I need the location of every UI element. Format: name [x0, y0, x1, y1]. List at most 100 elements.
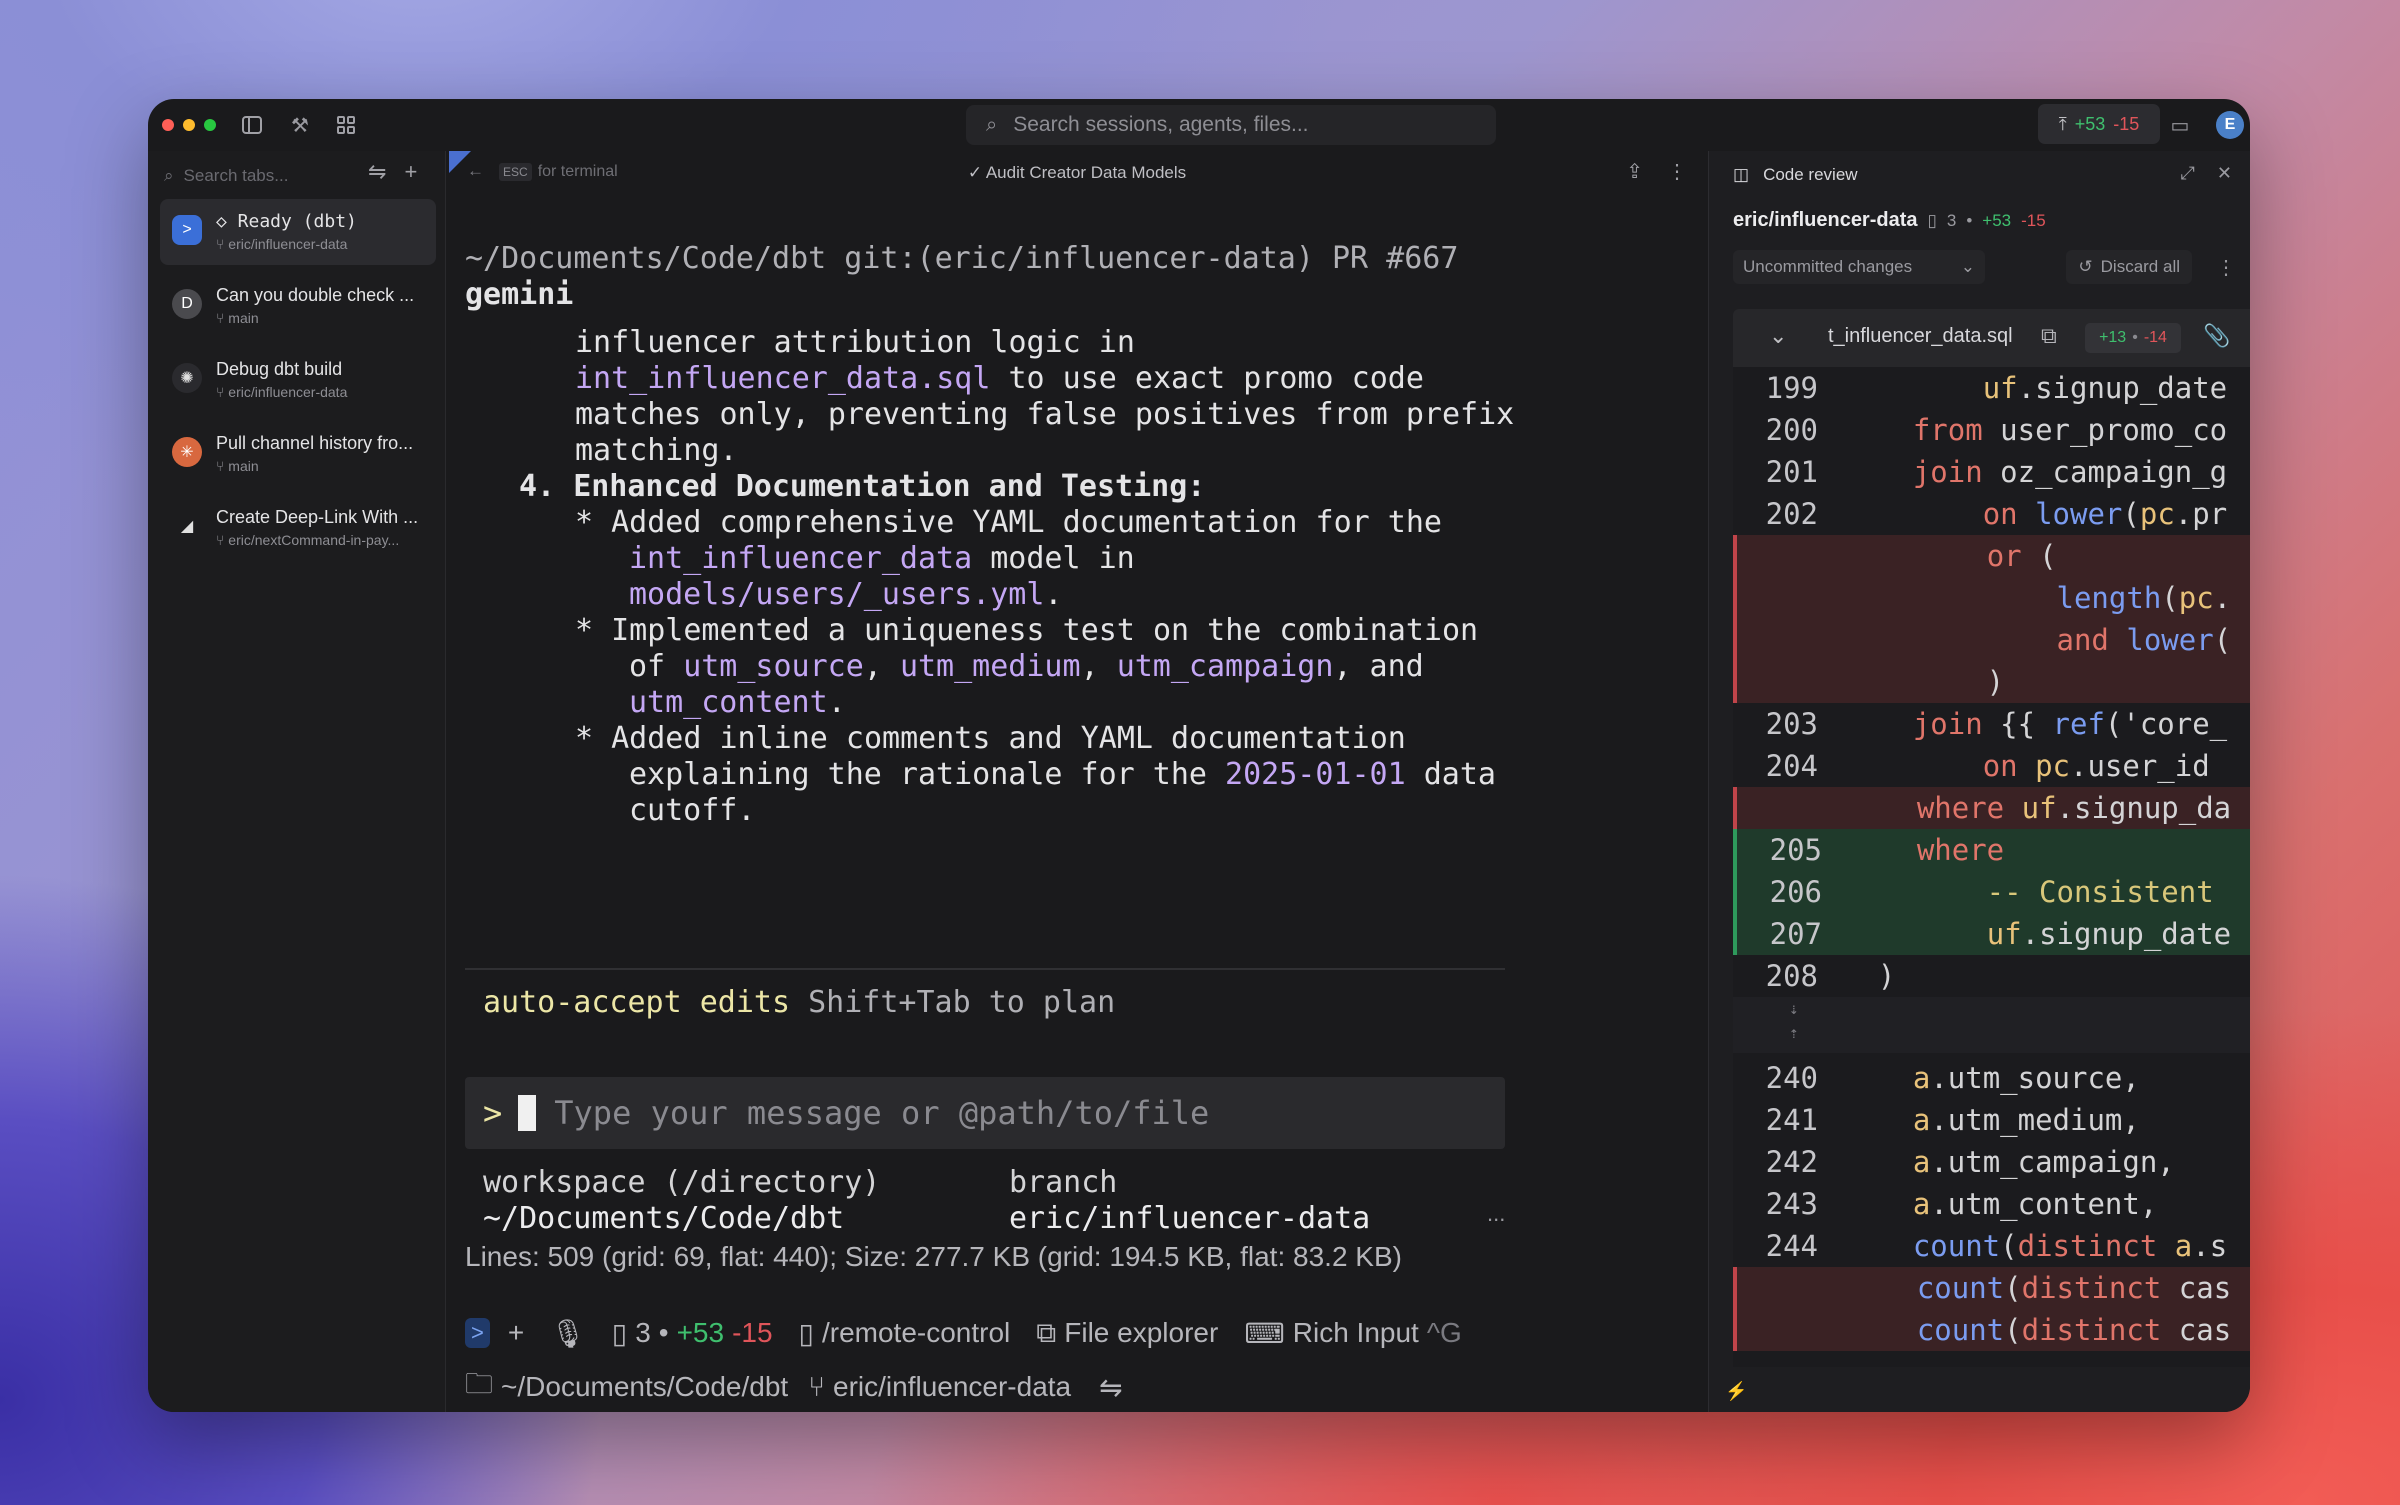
expand-hidden-lines[interactable]: ⇣ ⇡ — [1733, 997, 2250, 1053]
line-code: on lower(pc.pr — [1982, 497, 2228, 531]
line-code: where uf.signup_da — [1916, 791, 2232, 825]
output-line: matches only, preventing false positives… — [575, 397, 1515, 432]
line-code: length(pc. — [2056, 581, 2232, 615]
line-number: 205 — [1769, 833, 1822, 867]
more-icon[interactable]: ⋮ — [1667, 159, 1687, 184]
session-title-text: Audit Creator Data Models — [985, 163, 1187, 182]
branch-info: branch eric/influencer-data — [1009, 1165, 1370, 1237]
file-diff-header: ⌄ t_influencer_data.sql ⧉ +13•-14 📎 ↶ ⧉ — [1733, 309, 2250, 367]
review-file-count: 3 — [1946, 210, 1957, 230]
phone-icon: ▯ — [798, 1317, 814, 1349]
mode-hint: Shift+Tab to plan — [808, 985, 1116, 1020]
message-input[interactable]: > Type your message or @path/to/file — [465, 1077, 1505, 1149]
explorer-label: File explorer — [1064, 1317, 1219, 1348]
output-line: utm_content. — [629, 685, 846, 721]
filter-icon[interactable]: ⇋ — [368, 159, 386, 185]
file-explorer-button[interactable]: ⧉ File explorer — [1028, 1312, 1226, 1354]
remote-control-button[interactable]: ▯/remote-control — [791, 1312, 1019, 1354]
discard-all-button[interactable]: ↺ Discard all — [2066, 250, 2192, 284]
copy-icon[interactable]: ⧉ — [2041, 323, 2057, 349]
diff-line: count(distinct cas — [1733, 1267, 2250, 1309]
file-del: -14 — [2143, 329, 2167, 346]
diff-line: 199 uf.signup_date — [1733, 367, 2250, 409]
bolt-icon[interactable]: ⚡ — [1725, 1381, 1747, 1402]
text: explaining the rationale for the — [629, 757, 1226, 792]
code-ref: models/users/_users.yml — [629, 577, 1045, 612]
sidebar: ⌕ Search tabs... ⇋ + > ◇ Ready (dbt) ⑂ e… — [148, 151, 446, 1412]
cursor-icon: ◢ — [180, 518, 194, 535]
rich-label: Rich Input — [1292, 1317, 1419, 1348]
sidebar-item-pull-channel[interactable]: ✳ Pull channel history fro... ⑂ main — [160, 421, 436, 487]
avatar[interactable]: E — [2216, 111, 2244, 139]
diff-code-view[interactable]: 199 uf.signup_date 200 from user_promo_co… — [1733, 367, 2250, 1367]
line-number: 200 — [1765, 413, 1818, 447]
diff-line: 241 a.utm_medium, — [1733, 1099, 2250, 1141]
close-window-button[interactable] — [162, 119, 174, 131]
discard-label: Discard all — [2100, 257, 2180, 276]
line-code: count(distinct cas — [1916, 1313, 2232, 1347]
minimize-window-button[interactable] — [183, 119, 195, 131]
text: . — [827, 685, 846, 720]
diff-line: 200 from user_promo_co — [1733, 409, 2250, 451]
file-add: +13 — [2099, 329, 2127, 346]
workspace-path: ~/Documents/Code/dbt — [483, 1201, 845, 1236]
window-controls — [162, 119, 216, 131]
sidebar-item-ready-dbt[interactable]: > ◇ Ready (dbt) ⑂ eric/influencer-data — [160, 199, 436, 265]
tools-icon[interactable]: ⚒ — [286, 111, 314, 139]
diff-line: 242 a.utm_campaign, — [1733, 1141, 2250, 1183]
diff-stats-button[interactable]: ▯ 3 • +53 -15 — [604, 1312, 781, 1354]
maximize-window-button[interactable] — [204, 119, 216, 131]
search-icon: ⌕ — [986, 113, 998, 136]
line-code: or ( — [1986, 539, 2057, 573]
buffer-stats: Lines: 509 (grid: 69, flat: 440); Size: … — [465, 1241, 1402, 1272]
path-button[interactable]: 🗀 ~/Documents/Code/dbt — [465, 1363, 788, 1411]
close-icon[interactable]: ✕ — [2217, 163, 2232, 184]
settings-icon[interactable]: ⇋ — [1099, 1371, 1122, 1404]
terminal-icon: > — [172, 215, 202, 245]
inbox-icon[interactable]: ▭ — [2166, 111, 2194, 139]
terminal-mode-icon[interactable]: > — [465, 1318, 490, 1348]
review-add: +53 — [1982, 210, 2012, 230]
branch-button[interactable]: ⑂ eric/influencer-data — [808, 1371, 1071, 1403]
share-icon[interactable]: ⇪ — [1626, 159, 1643, 184]
sidebar-item-double-check[interactable]: D Can you double check ... ⑂ main — [160, 273, 436, 339]
more-icon[interactable]: ⋮ — [2216, 255, 2236, 280]
code-ref: utm_content — [629, 685, 828, 720]
changes-scope-select[interactable]: Uncommitted changes ⌄ — [1733, 250, 1985, 284]
tab-branch: main — [228, 310, 259, 326]
sidebar-item-debug-dbt[interactable]: ✺ Debug dbt build ⑂ eric/influencer-data — [160, 347, 436, 413]
text: model in — [972, 541, 1135, 576]
sidebar-item-deep-link[interactable]: ◢ Create Deep-Link With ... ⑂ eric/nextC… — [160, 495, 436, 561]
mode-label: auto-accept edits — [483, 985, 791, 1020]
diff-line: 208 ) — [1733, 955, 2250, 997]
global-search-input[interactable]: ⌕ Search sessions, agents, files... — [966, 105, 1496, 145]
more-ellipsis[interactable]: ... — [1487, 1201, 1505, 1227]
output-line: * Added comprehensive YAML documentation… — [575, 505, 1442, 540]
tab-title: Debug dbt build — [216, 359, 343, 379]
line-code: a.utm_content, — [1912, 1187, 2158, 1221]
line-code: ) — [1847, 665, 2005, 699]
sidebar-toggle-icon[interactable] — [238, 111, 266, 139]
prompt-path: ~/Documents/Code/dbt git:(eric/influence… — [465, 241, 1459, 276]
line-number: 203 — [1765, 707, 1818, 741]
output-line: cutoff. — [629, 793, 756, 828]
rich-input-button[interactable]: ⌨ Rich Input ^G — [1236, 1312, 1469, 1354]
output-line: of utm_source, utm_medium, utm_campaign,… — [629, 649, 1424, 685]
line-code: join oz_campaign_g — [1912, 455, 2228, 489]
app-window: ⚒ ⌕ Search sessions, agents, files... ⤒ … — [148, 99, 2250, 1412]
new-tab-icon[interactable]: + — [404, 159, 417, 185]
line-number: 199 — [1765, 371, 1818, 405]
collapse-chevron-icon[interactable]: ⌄ — [1769, 323, 1787, 349]
expand-icon[interactable]: ⤢ — [2181, 163, 2195, 184]
diff-summary-button[interactable]: ⤒ +53 -15 — [2038, 104, 2160, 144]
diff-line: 201 join oz_campaign_g — [1733, 451, 2250, 493]
panel-icon: ◫ — [1733, 165, 1750, 184]
add-icon[interactable]: + — [500, 1312, 532, 1354]
output-line: models/users/_users.yml. — [629, 577, 1062, 613]
paperclip-icon[interactable]: 📎 — [2203, 323, 2230, 349]
tab-title: Pull channel history fro... — [216, 433, 414, 453]
line-code: count(distinct cas — [1916, 1271, 2232, 1305]
grid-icon[interactable] — [332, 111, 360, 139]
microphone-icon[interactable]: 🎙 — [542, 1312, 594, 1354]
diff-line: where uf.signup_da — [1733, 787, 2250, 829]
